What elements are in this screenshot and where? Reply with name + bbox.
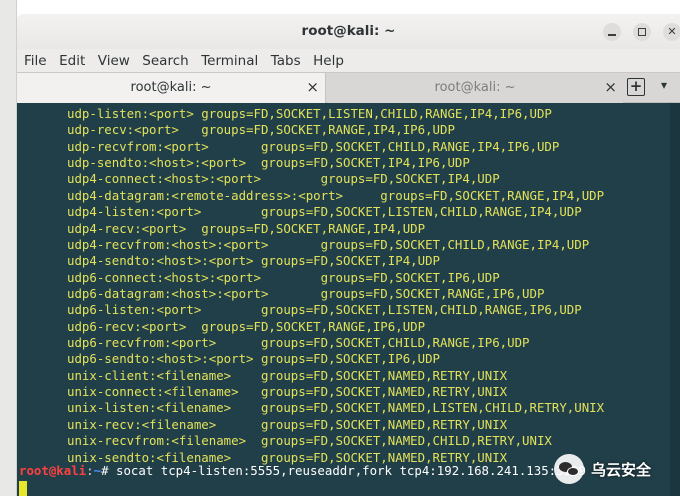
- terminal-line: udp4-sendto:<host>:<port> groups=FD,SOCK…: [17, 253, 440, 269]
- terminal-line: udp4-connect:<host>:<port> groups=FD,SOC…: [17, 171, 500, 187]
- terminal-line: udp-sendto:<host>:<port> groups=FD,SOCKE…: [17, 155, 470, 171]
- prompt-command: # socat tcp4-listen:5555,reuseaddr,fork …: [101, 463, 586, 478]
- terminal-line-text: udp-recvfrom:<port> groups=FD,SOCKET,CHI…: [67, 138, 560, 154]
- tab-2[interactable]: root@kali: ~ ×: [327, 73, 623, 103]
- menu-file[interactable]: File: [24, 53, 47, 69]
- terminal-line-text: udp6-recvfrom:<port> groups=FD,SOCKET,CH…: [67, 335, 530, 351]
- terminal-line: udp-recvfrom:<port> groups=FD,SOCKET,CHI…: [17, 139, 559, 155]
- text-cursor: [19, 481, 27, 496]
- new-tab-icon: +: [629, 77, 643, 95]
- menu-view[interactable]: View: [98, 53, 130, 69]
- menu-edit[interactable]: Edit: [59, 53, 85, 69]
- terminal-line-text: unix-recvfrom:<filename> groups=FD,SOCKE…: [67, 433, 552, 449]
- desktop-left-strip: [0, 0, 17, 496]
- terminal-line-text: unix-connect:<filename> groups=FD,SOCKET…: [67, 384, 508, 400]
- watermark-text: 乌云安全: [591, 460, 652, 479]
- wechat-icon: [554, 454, 584, 484]
- window-title: root@kali: ~: [301, 23, 396, 39]
- terminal-line: udp-recv:<port> groups=FD,SOCKET,RANGE,I…: [17, 122, 455, 138]
- close-icon: ✕: [667, 25, 677, 38]
- terminal-line: udp6-recv:<port> groups=FD,SOCKET,RANGE,…: [17, 319, 425, 335]
- new-tab-button[interactable]: +: [627, 77, 645, 96]
- terminal-line-text: udp6-sendto:<host>:<port> groups=FD,SOCK…: [67, 351, 440, 367]
- terminal-line: udp6-recvfrom:<port> groups=FD,SOCKET,CH…: [17, 335, 530, 351]
- terminal-line: udp6-datagram:<host>:<port> groups=FD,SO…: [17, 286, 544, 302]
- terminal-line-text: udp6-datagram:<host>:<port> groups=FD,SO…: [67, 285, 545, 301]
- terminal-line: unix-client:<filename> groups=FD,SOCKET,…: [17, 368, 507, 384]
- menu-bar: File Edit View Search Terminal Tabs Help: [17, 49, 680, 72]
- terminal-line-text: udp4-listen:<port> groups=FD,SOCKET,LIST…: [67, 204, 582, 220]
- prompt-separator: :: [86, 463, 94, 478]
- prompt-user: root@kali: [19, 463, 87, 478]
- close-window-button[interactable]: ✕: [663, 23, 680, 41]
- terminal-line-text: udp6-listen:<port> groups=FD,SOCKET,LIST…: [67, 302, 582, 318]
- menu-tabs[interactable]: Tabs: [271, 53, 301, 69]
- terminal-line: udp6-connect:<host>:<port> groups=FD,SOC…: [17, 270, 500, 286]
- menu-terminal[interactable]: Terminal: [201, 53, 258, 69]
- tab-bar: root@kali: ~ × root@kali: ~ × + ▾: [17, 72, 680, 103]
- prompt-directory: ~: [93, 463, 102, 478]
- terminal-line-text: unix-client:<filename> groups=FD,SOCKET,…: [67, 367, 508, 383]
- terminal-line: unix-connect:<filename> groups=FD,SOCKET…: [17, 384, 507, 400]
- terminal-line-text: udp6-connect:<host>:<port> groups=FD,SOC…: [67, 269, 500, 285]
- terminal-line-text: udp4-recvfrom:<host>:<port> groups=FD,SO…: [67, 236, 590, 252]
- terminal-window: root@kali: ~ ✕ File Edit View Search Ter…: [17, 14, 680, 496]
- maximize-button[interactable]: [633, 23, 651, 41]
- terminal-line: unix-listen:<filename> groups=FD,SOCKET,…: [17, 400, 604, 416]
- terminal-line-text: udp4-recv:<port> groups=FD,SOCKET,RANGE,…: [67, 220, 426, 236]
- terminal-line: udp4-listen:<port> groups=FD,SOCKET,LIST…: [17, 204, 582, 220]
- tab-1[interactable]: root@kali: ~ ×: [17, 73, 326, 103]
- terminal-line: unix-recvfrom:<filename> groups=FD,SOCKE…: [17, 433, 552, 449]
- tab-1-close-icon[interactable]: ×: [306, 78, 319, 96]
- watermark: 乌云安全: [554, 454, 651, 484]
- terminal-line-text: udp4-connect:<host>:<port> groups=FD,SOC…: [67, 171, 500, 187]
- terminal-line-text: udp-recv:<port> groups=FD,SOCKET,RANGE,I…: [67, 122, 455, 138]
- terminal-output[interactable]: udp-listen:<port> groups=FD,SOCKET,LISTE…: [17, 103, 680, 496]
- terminal-line-text: udp-sendto:<host>:<port> groups=FD,SOCKE…: [67, 155, 470, 171]
- maximize-icon: [638, 28, 646, 36]
- menu-search[interactable]: Search: [142, 53, 188, 69]
- title-bar[interactable]: root@kali: ~ ✕: [17, 14, 680, 49]
- terminal-line-text: udp6-recv:<port> groups=FD,SOCKET,RANGE,…: [67, 318, 426, 334]
- terminal-line-text: unix-listen:<filename> groups=FD,SOCKET,…: [67, 400, 605, 416]
- scrollbar[interactable]: [670, 103, 680, 496]
- tab-1-label: root@kali: ~: [130, 80, 212, 95]
- terminal-line: udp-listen:<port> groups=FD,SOCKET,LISTE…: [17, 106, 552, 122]
- tab-menu-chevron-down-icon[interactable]: ▾: [661, 78, 667, 92]
- terminal-line: unix-recv:<filename> groups=FD,SOCKET,NA…: [17, 417, 507, 433]
- terminal-line-text: unix-recv:<filename> groups=FD,SOCKET,NA…: [67, 416, 508, 432]
- terminal-line: udp4-recvfrom:<host>:<port> groups=FD,SO…: [17, 237, 589, 253]
- shell-prompt: root@kali:~# socat tcp4-listen:5555,reus…: [19, 463, 586, 479]
- terminal-line: udp4-datagram:<remote-address>:<port> gr…: [17, 188, 604, 204]
- terminal-line-text: udp4-sendto:<host>:<port> groups=FD,SOCK…: [67, 253, 440, 269]
- menu-help[interactable]: Help: [313, 53, 344, 69]
- tab-2-label: root@kali: ~: [434, 80, 516, 95]
- terminal-line: udp6-sendto:<host>:<port> groups=FD,SOCK…: [17, 351, 440, 367]
- terminal-line: udp4-recv:<port> groups=FD,SOCKET,RANGE,…: [17, 221, 425, 237]
- minimize-icon: [608, 34, 616, 36]
- terminal-line-text: udp-listen:<port> groups=FD,SOCKET,LISTE…: [67, 106, 552, 121]
- tab-2-close-icon[interactable]: ×: [604, 78, 617, 96]
- terminal-line-text: udp4-datagram:<remote-address>:<port> gr…: [67, 187, 605, 203]
- minimize-button[interactable]: [603, 23, 621, 41]
- terminal-line: udp6-listen:<port> groups=FD,SOCKET,LIST…: [17, 302, 582, 318]
